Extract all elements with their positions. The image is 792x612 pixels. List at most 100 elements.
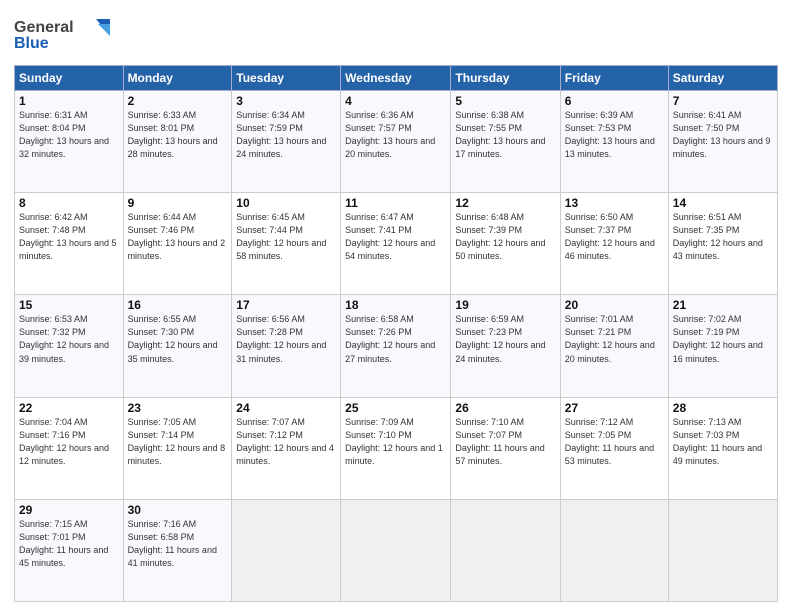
table-cell <box>232 499 341 601</box>
day-number: 17 <box>236 298 336 312</box>
day-number: 19 <box>455 298 555 312</box>
day-number: 6 <box>565 94 664 108</box>
calendar-week: 1 Sunrise: 6:31 AMSunset: 8:04 PMDaylight… <box>15 91 778 193</box>
day-info: Sunrise: 6:38 AMSunset: 7:55 PMDaylight:… <box>455 110 545 159</box>
day-number: 22 <box>19 401 119 415</box>
table-cell: 18 Sunrise: 6:58 AMSunset: 7:26 PMDayligh… <box>341 295 451 397</box>
table-cell: 16 Sunrise: 6:55 AMSunset: 7:30 PMDayligh… <box>123 295 232 397</box>
table-cell: 11 Sunrise: 6:47 AMSunset: 7:41 PMDayligh… <box>341 193 451 295</box>
day-info: Sunrise: 7:02 AMSunset: 7:19 PMDaylight:… <box>673 314 763 363</box>
table-cell: 23 Sunrise: 7:05 AMSunset: 7:14 PMDayligh… <box>123 397 232 499</box>
table-cell: 20 Sunrise: 7:01 AMSunset: 7:21 PMDayligh… <box>560 295 668 397</box>
day-info: Sunrise: 7:01 AMSunset: 7:21 PMDaylight:… <box>565 314 655 363</box>
day-number: 3 <box>236 94 336 108</box>
table-cell: 1 Sunrise: 6:31 AMSunset: 8:04 PMDaylight… <box>15 91 124 193</box>
table-cell: 30 Sunrise: 7:16 AMSunset: 6:58 PMDayligh… <box>123 499 232 601</box>
svg-text:General: General <box>14 19 74 36</box>
table-cell: 26 Sunrise: 7:10 AMSunset: 7:07 PMDayligh… <box>451 397 560 499</box>
day-info: Sunrise: 6:34 AMSunset: 7:59 PMDaylight:… <box>236 110 326 159</box>
day-info: Sunrise: 7:13 AMSunset: 7:03 PMDaylight:… <box>673 417 762 466</box>
table-cell <box>451 499 560 601</box>
day-number: 11 <box>345 196 446 210</box>
day-info: Sunrise: 6:42 AMSunset: 7:48 PMDaylight:… <box>19 212 117 261</box>
col-friday: Friday <box>560 66 668 91</box>
day-number: 14 <box>673 196 773 210</box>
table-cell: 22 Sunrise: 7:04 AMSunset: 7:16 PMDayligh… <box>15 397 124 499</box>
day-number: 28 <box>673 401 773 415</box>
table-cell: 28 Sunrise: 7:13 AMSunset: 7:03 PMDayligh… <box>668 397 777 499</box>
calendar-week: 22 Sunrise: 7:04 AMSunset: 7:16 PMDayligh… <box>15 397 778 499</box>
day-number: 9 <box>128 196 228 210</box>
day-number: 13 <box>565 196 664 210</box>
day-number: 1 <box>19 94 119 108</box>
day-info: Sunrise: 6:55 AMSunset: 7:30 PMDaylight:… <box>128 314 218 363</box>
day-number: 29 <box>19 503 119 517</box>
day-info: Sunrise: 6:59 AMSunset: 7:23 PMDaylight:… <box>455 314 545 363</box>
table-cell: 10 Sunrise: 6:45 AMSunset: 7:44 PMDayligh… <box>232 193 341 295</box>
day-info: Sunrise: 6:56 AMSunset: 7:28 PMDaylight:… <box>236 314 326 363</box>
day-number: 5 <box>455 94 555 108</box>
col-sunday: Sunday <box>15 66 124 91</box>
day-info: Sunrise: 6:45 AMSunset: 7:44 PMDaylight:… <box>236 212 326 261</box>
day-info: Sunrise: 6:41 AMSunset: 7:50 PMDaylight:… <box>673 110 771 159</box>
day-number: 4 <box>345 94 446 108</box>
day-number: 18 <box>345 298 446 312</box>
calendar-week: 15 Sunrise: 6:53 AMSunset: 7:32 PMDayligh… <box>15 295 778 397</box>
day-number: 12 <box>455 196 555 210</box>
day-info: Sunrise: 6:48 AMSunset: 7:39 PMDaylight:… <box>455 212 545 261</box>
col-monday: Monday <box>123 66 232 91</box>
day-info: Sunrise: 6:44 AMSunset: 7:46 PMDaylight:… <box>128 212 226 261</box>
table-cell: 7 Sunrise: 6:41 AMSunset: 7:50 PMDaylight… <box>668 91 777 193</box>
day-number: 2 <box>128 94 228 108</box>
col-thursday: Thursday <box>451 66 560 91</box>
table-cell: 12 Sunrise: 6:48 AMSunset: 7:39 PMDayligh… <box>451 193 560 295</box>
calendar-week: 29 Sunrise: 7:15 AMSunset: 7:01 PMDayligh… <box>15 499 778 601</box>
table-cell: 4 Sunrise: 6:36 AMSunset: 7:57 PMDaylight… <box>341 91 451 193</box>
day-info: Sunrise: 7:04 AMSunset: 7:16 PMDaylight:… <box>19 417 109 466</box>
day-number: 30 <box>128 503 228 517</box>
logo: General Blue <box>14 14 114 59</box>
day-info: Sunrise: 6:36 AMSunset: 7:57 PMDaylight:… <box>345 110 435 159</box>
calendar-body: 1 Sunrise: 6:31 AMSunset: 8:04 PMDaylight… <box>15 91 778 602</box>
table-cell <box>560 499 668 601</box>
day-info: Sunrise: 6:31 AMSunset: 8:04 PMDaylight:… <box>19 110 109 159</box>
day-info: Sunrise: 7:12 AMSunset: 7:05 PMDaylight:… <box>565 417 654 466</box>
day-info: Sunrise: 7:15 AMSunset: 7:01 PMDaylight:… <box>19 519 108 568</box>
days-header-row: Sunday Monday Tuesday Wednesday Thursday… <box>15 66 778 91</box>
table-cell: 27Sunrise: 7:12 AMSunset: 7:05 PMDayligh… <box>560 397 668 499</box>
day-number: 20 <box>565 298 664 312</box>
day-number: 21 <box>673 298 773 312</box>
day-number: 8 <box>19 196 119 210</box>
day-info: Sunrise: 7:16 AMSunset: 6:58 PMDaylight:… <box>128 519 217 568</box>
calendar-header: Sunday Monday Tuesday Wednesday Thursday… <box>15 66 778 91</box>
table-cell: 3 Sunrise: 6:34 AMSunset: 7:59 PMDaylight… <box>232 91 341 193</box>
day-number: 26 <box>455 401 555 415</box>
col-wednesday: Wednesday <box>341 66 451 91</box>
day-info: Sunrise: 6:53 AMSunset: 7:32 PMDaylight:… <box>19 314 109 363</box>
day-info: Sunrise: 6:58 AMSunset: 7:26 PMDaylight:… <box>345 314 435 363</box>
table-cell: 24 Sunrise: 7:07 AMSunset: 7:12 PMDayligh… <box>232 397 341 499</box>
day-number: 7 <box>673 94 773 108</box>
day-number: 24 <box>236 401 336 415</box>
day-info: Sunrise: 6:47 AMSunset: 7:41 PMDaylight:… <box>345 212 435 261</box>
day-info: Sunrise: 7:05 AMSunset: 7:14 PMDaylight:… <box>128 417 226 466</box>
table-cell: 5 Sunrise: 6:38 AMSunset: 7:55 PMDaylight… <box>451 91 560 193</box>
day-info: Sunrise: 6:39 AMSunset: 7:53 PMDaylight:… <box>565 110 655 159</box>
calendar-page: General Blue Sunday Monday Tuesday Wedne… <box>0 0 792 612</box>
day-info: Sunrise: 6:51 AMSunset: 7:35 PMDaylight:… <box>673 212 763 261</box>
table-cell: 9 Sunrise: 6:44 AMSunset: 7:46 PMDaylight… <box>123 193 232 295</box>
day-info: Sunrise: 7:07 AMSunset: 7:12 PMDaylight:… <box>236 417 334 466</box>
day-number: 23 <box>128 401 228 415</box>
col-saturday: Saturday <box>668 66 777 91</box>
table-cell: 15 Sunrise: 6:53 AMSunset: 7:32 PMDayligh… <box>15 295 124 397</box>
day-number: 16 <box>128 298 228 312</box>
table-cell: 14 Sunrise: 6:51 AMSunset: 7:35 PMDayligh… <box>668 193 777 295</box>
day-number: 10 <box>236 196 336 210</box>
table-cell: 19 Sunrise: 6:59 AMSunset: 7:23 PMDayligh… <box>451 295 560 397</box>
day-number: 15 <box>19 298 119 312</box>
svg-text:Blue: Blue <box>14 35 49 52</box>
day-info: Sunrise: 7:10 AMSunset: 7:07 PMDaylight:… <box>455 417 544 466</box>
table-cell <box>668 499 777 601</box>
table-cell <box>341 499 451 601</box>
table-cell: 8 Sunrise: 6:42 AMSunset: 7:48 PMDaylight… <box>15 193 124 295</box>
